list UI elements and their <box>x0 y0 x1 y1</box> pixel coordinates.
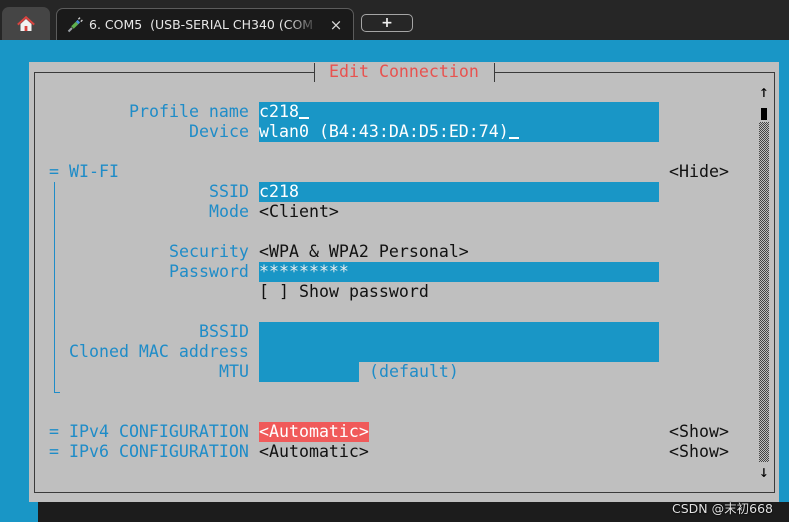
password-value: ********* <box>259 262 349 281</box>
dialog-border-left <box>34 72 35 493</box>
bssid-field[interactable] <box>259 322 659 342</box>
device-field[interactable]: wlan0 (B4:43:DA:D5:ED:74) <box>259 122 659 142</box>
cloned-mac-field[interactable] <box>259 342 659 362</box>
dialog-title: Edit Connection <box>329 62 479 81</box>
profile-name-label: Profile name <box>129 102 249 121</box>
wifi-hide-button[interactable]: <Hide> <box>669 162 729 182</box>
mtu-default-hint: (default) <box>369 362 459 381</box>
show-password-checkbox[interactable]: [ ] <box>259 282 289 302</box>
scroll-down-icon[interactable]: ↓ <box>759 462 769 482</box>
ipv4-method-select[interactable]: <Automatic> <box>259 422 369 442</box>
home-icon <box>17 15 35 32</box>
terminal-bottom-strip <box>0 502 38 522</box>
security-select[interactable]: <WPA & WPA2 Personal> <box>259 242 469 262</box>
dialog-border-bottom <box>34 492 775 493</box>
wifi-section-bracket-end <box>54 392 60 393</box>
home-tab[interactable] <box>2 7 50 40</box>
profile-name-value: c218 <box>259 102 299 121</box>
security-label: Security <box>169 242 249 261</box>
title-bracket-left <box>314 63 315 82</box>
edit-connection-dialog: Edit Connection Profile name c218 Device… <box>29 62 779 502</box>
ssid-value: c218 <box>259 182 299 201</box>
password-label: Password <box>169 262 249 281</box>
ipv6-section-title: IPv6 CONFIGURATION <box>69 442 249 461</box>
password-field[interactable]: ********* <box>259 262 659 282</box>
show-password-label: Show password <box>299 282 429 301</box>
terminal-area[interactable]: Edit Connection Profile name c218 Device… <box>0 40 789 502</box>
wifi-section-marker: = <box>49 162 59 181</box>
device-value: wlan0 (B4:43:DA:D5:ED:74) <box>259 122 509 141</box>
text-cursor <box>298 102 309 119</box>
title-bracket-right <box>494 63 495 82</box>
mtu-field[interactable] <box>259 362 359 382</box>
dialog-border-top-left <box>34 72 314 73</box>
ssid-label: SSID <box>209 182 249 201</box>
ipv6-show-button[interactable]: <Show> <box>669 442 729 462</box>
ipv4-section-title: IPv4 CONFIGURATION <box>69 422 249 441</box>
dialog-border-right <box>774 72 775 493</box>
text-cursor <box>508 122 519 139</box>
scrollbar-track[interactable] <box>759 122 769 462</box>
serial-plug-icon <box>67 16 83 33</box>
new-tab-button[interactable]: + <box>361 14 413 32</box>
scroll-up-icon[interactable]: ↑ <box>759 82 769 102</box>
mode-label: Mode <box>209 202 249 221</box>
scrollbar-thumb[interactable] <box>761 108 767 120</box>
tab-label: 6. COM5 (USB-SERIAL CH340 (COM <box>89 17 314 32</box>
mode-select[interactable]: <Client> <box>259 202 339 222</box>
device-label: Device <box>189 122 249 141</box>
plus-icon: + <box>381 15 393 31</box>
watermark: CSDN @末初668 <box>672 501 773 516</box>
ipv4-section-marker: = <box>49 422 59 441</box>
ipv6-method-select[interactable]: <Automatic> <box>259 442 369 462</box>
tab-com5[interactable]: 6. COM5 (USB-SERIAL CH340 (COM × <box>56 8 354 40</box>
profile-name-field[interactable]: c218 <box>259 102 659 122</box>
close-tab-icon[interactable]: × <box>329 17 343 33</box>
ssid-field[interactable]: c218 <box>259 182 659 202</box>
ipv4-show-button[interactable]: <Show> <box>669 422 729 442</box>
wifi-section-title: WI-FI <box>69 162 119 181</box>
bssid-label: BSSID <box>199 322 249 341</box>
cloned-mac-label: Cloned MAC address <box>69 342 249 361</box>
wifi-section-bracket <box>54 182 55 393</box>
ipv6-section-marker: = <box>49 442 59 461</box>
mtu-label: MTU <box>219 362 249 381</box>
tab-bar: 6. COM5 (USB-SERIAL CH340 (COM × + <box>0 0 789 40</box>
dialog-border-top-right <box>494 72 775 73</box>
